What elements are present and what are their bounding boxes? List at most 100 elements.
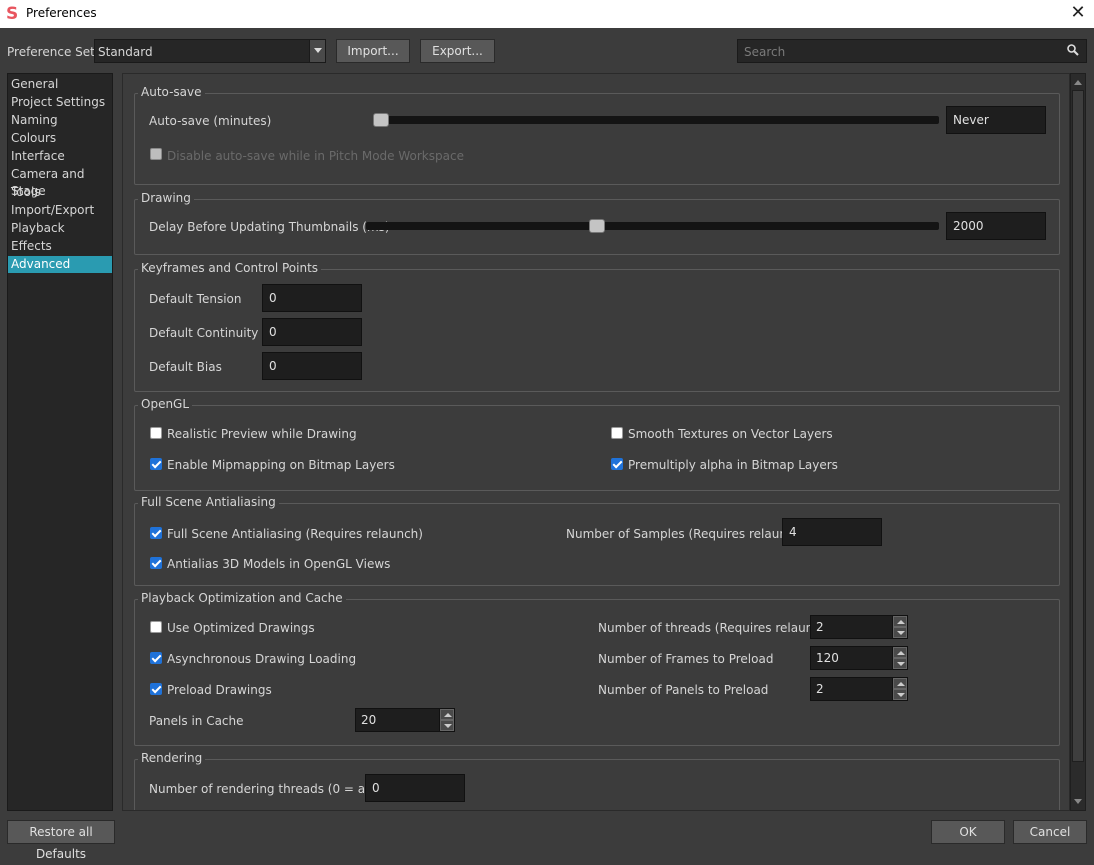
continuity-field[interactable]: 0	[262, 318, 362, 346]
cache-value: 20	[361, 713, 377, 727]
sidebar-item-tools[interactable]: Tools	[8, 184, 112, 201]
sidebar-item-general[interactable]: General	[8, 76, 112, 93]
sidebar-item-colours[interactable]: Colours	[8, 130, 112, 147]
tension-label: Default Tension	[149, 292, 242, 306]
autosave-slider-handle[interactable]	[373, 113, 389, 127]
cache-up-icon[interactable]	[440, 709, 454, 720]
window-title: Preferences	[26, 6, 97, 20]
restore-defaults-button[interactable]: Restore all Defaults	[7, 820, 115, 861]
rendering-group: Rendering Number of rendering threads (0…	[134, 751, 1060, 810]
cache-label: Panels in Cache	[149, 714, 244, 728]
mipmapping-checkbox[interactable]	[150, 458, 162, 470]
disable-pitch-label: Disable auto-save while in Pitch Mode Wo…	[167, 149, 464, 163]
playback-title: Playback Optimization and Cache	[138, 591, 346, 605]
optimized-drawings-checkbox[interactable]	[150, 621, 162, 633]
cache-spinbox[interactable]: 20	[355, 708, 455, 732]
sidebar-item-naming[interactable]: Naming	[8, 112, 112, 129]
frames-spinbox[interactable]: 120	[810, 646, 908, 670]
delay-field[interactable]: 2000	[946, 212, 1046, 240]
keyframes-title: Keyframes and Control Points	[138, 261, 322, 275]
continuity-label: Default Continuity	[149, 326, 259, 340]
panels-spinbox[interactable]: 2	[810, 677, 908, 701]
fsaa-group: Full Scene Antialiasing Full Scene Antia…	[134, 495, 1060, 586]
scroll-up-icon[interactable]	[1074, 80, 1082, 85]
settings-panel: Auto-save Auto-save (minutes) Never Disa…	[122, 73, 1070, 811]
sidebar-item-camera-and-stage[interactable]: Camera and Stage	[8, 166, 112, 198]
sidebar-item-import-export[interactable]: Import/Export	[8, 202, 112, 219]
antialias-models-label: Antialias 3D Models in OpenGL Views	[167, 557, 391, 571]
autosave-minutes-label: Auto-save (minutes)	[149, 114, 272, 128]
bias-field[interactable]: 0	[262, 352, 362, 380]
ok-button[interactable]: OK	[931, 820, 1005, 844]
cache-down-icon[interactable]	[440, 720, 454, 731]
playback-group: Playback Optimization and Cache Use Opti…	[134, 591, 1060, 746]
smooth-textures-checkbox[interactable]	[611, 427, 623, 439]
fsaa-title: Full Scene Antialiasing	[138, 495, 279, 509]
sidebar-item-interface[interactable]: Interface	[8, 148, 112, 165]
autosave-group: Auto-save Auto-save (minutes) Never Disa…	[134, 85, 1060, 185]
threads-label: Number of threads (Requires relaunch)	[598, 621, 833, 635]
import-button[interactable]: Import...	[336, 39, 410, 63]
mipmapping-label: Enable Mipmapping on Bitmap Layers	[167, 458, 395, 472]
sidebar-item-playback[interactable]: Playback	[8, 220, 112, 237]
panels-value: 2	[816, 682, 824, 696]
bias-label: Default Bias	[149, 360, 222, 374]
vertical-scrollbar[interactable]	[1070, 73, 1086, 811]
threads-up-icon[interactable]	[893, 616, 907, 627]
fsaa-label: Full Scene Antialiasing (Requires relaun…	[167, 527, 423, 541]
panels-up-icon[interactable]	[893, 678, 907, 689]
threads-value: 2	[816, 620, 824, 634]
preset-select[interactable]: Standard	[94, 39, 326, 63]
delay-label: Delay Before Updating Thumbnails (ms)	[149, 220, 390, 234]
threads-spinbox[interactable]: 2	[810, 615, 908, 639]
async-loading-checkbox[interactable]	[150, 652, 162, 664]
samples-field[interactable]: 4	[782, 518, 882, 546]
disable-pitch-checkbox[interactable]	[150, 148, 162, 160]
search-icon	[1067, 44, 1079, 56]
frames-label: Number of Frames to Preload	[598, 652, 774, 666]
preload-drawings-label: Preload Drawings	[167, 683, 272, 697]
category-list: General Project Settings Naming Colours …	[7, 73, 113, 811]
frames-down-icon[interactable]	[893, 658, 907, 669]
search-input[interactable]: Search	[737, 39, 1087, 63]
antialias-models-checkbox[interactable]	[150, 557, 162, 569]
samples-label: Number of Samples (Requires relaunch)	[566, 527, 806, 541]
scroll-thumb[interactable]	[1072, 90, 1084, 762]
scroll-down-icon[interactable]	[1074, 799, 1082, 804]
optimized-drawings-label: Use Optimized Drawings	[167, 621, 315, 635]
preload-drawings-checkbox[interactable]	[150, 683, 162, 695]
panels-down-icon[interactable]	[893, 689, 907, 700]
autosave-slider-track[interactable]	[373, 116, 939, 124]
drawing-title: Drawing	[138, 191, 194, 205]
async-loading-label: Asynchronous Drawing Loading	[167, 652, 357, 666]
premultiply-label: Premultiply alpha in Bitmap Layers	[628, 458, 838, 472]
delay-slider-handle[interactable]	[588, 219, 605, 233]
delay-slider-track[interactable]	[366, 222, 939, 230]
search-placeholder: Search	[744, 45, 786, 59]
render-threads-field[interactable]: 0	[365, 774, 465, 802]
premultiply-checkbox[interactable]	[611, 458, 623, 470]
cancel-button[interactable]: Cancel	[1013, 820, 1087, 844]
autosave-minutes-field[interactable]: Never	[946, 106, 1046, 134]
export-button[interactable]: Export...	[420, 39, 495, 63]
autosave-title: Auto-save	[138, 85, 205, 99]
app-logo-icon: S	[6, 4, 19, 24]
chevron-down-icon[interactable]	[309, 40, 325, 62]
frames-up-icon[interactable]	[893, 647, 907, 658]
fsaa-checkbox[interactable]	[150, 527, 162, 539]
frames-value: 120	[816, 651, 839, 665]
sidebar-item-effects[interactable]: Effects	[8, 238, 112, 255]
title-bar: S Preferences ✕	[0, 0, 1094, 28]
threads-down-icon[interactable]	[893, 627, 907, 638]
close-icon[interactable]: ✕	[1068, 2, 1088, 24]
sidebar-item-project-settings[interactable]: Project Settings	[8, 94, 112, 111]
sidebar-item-advanced[interactable]: Advanced	[8, 256, 112, 273]
smooth-textures-label: Smooth Textures on Vector Layers	[628, 427, 833, 441]
drawing-group: Drawing Delay Before Updating Thumbnails…	[134, 191, 1060, 255]
preset-value: Standard	[98, 45, 153, 59]
realistic-preview-checkbox[interactable]	[150, 427, 162, 439]
opengl-title: OpenGL	[138, 397, 193, 411]
preset-label: Preference Set:	[7, 45, 99, 59]
rendering-title: Rendering	[138, 751, 206, 765]
tension-field[interactable]: 0	[262, 284, 362, 312]
